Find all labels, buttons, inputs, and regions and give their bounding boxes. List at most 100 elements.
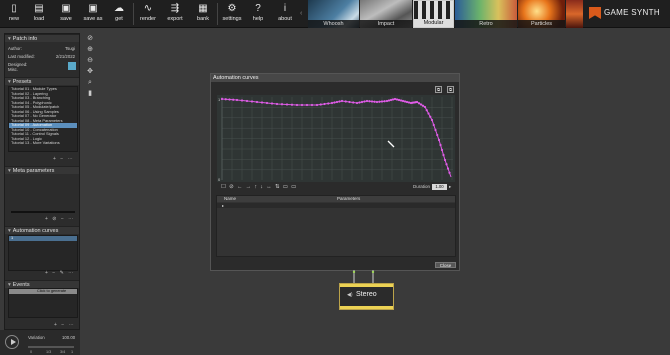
curve-point[interactable] [240, 99, 244, 102]
curve-point[interactable] [375, 100, 379, 104]
export-button[interactable]: ⇶ export [163, 2, 187, 26]
about-button[interactable]: i about [273, 2, 297, 26]
curve-point[interactable] [399, 99, 403, 102]
curve-point[interactable] [360, 100, 364, 104]
module-retro[interactable]: Retro [455, 0, 517, 28]
meta-slider[interactable] [11, 211, 75, 213]
curve-point[interactable] [425, 109, 428, 112]
curve-point[interactable] [344, 100, 347, 103]
module-impact[interactable]: Impact [360, 0, 412, 28]
waveform-icon[interactable] [68, 62, 76, 70]
duration-input[interactable]: 1.00 [432, 184, 448, 190]
curve-point[interactable] [405, 100, 409, 104]
events-header[interactable]: ▾ Events [5, 280, 79, 288]
curve-point[interactable] [445, 163, 448, 166]
close-button[interactable]: Close [435, 262, 456, 268]
curve-point[interactable] [220, 97, 224, 101]
curve-point[interactable] [395, 98, 399, 101]
curve-point[interactable] [335, 100, 339, 104]
curve-point[interactable] [378, 100, 381, 103]
curve-point[interactable] [407, 101, 411, 104]
bars-icon[interactable]: ▮ [85, 88, 95, 99]
module-next[interactable] [566, 0, 583, 28]
stereo-node[interactable]: ◀) Stereo [339, 283, 394, 310]
curve-point[interactable] [245, 99, 249, 103]
curve-point[interactable] [323, 102, 326, 106]
curve-point[interactable] [427, 112, 430, 115]
list-item-selected[interactable]: 1 [9, 236, 77, 241]
port-right-icon[interactable] [371, 270, 375, 274]
link-off-icon[interactable]: ⊘ [85, 33, 95, 44]
curve-point[interactable] [436, 133, 439, 137]
curve-point[interactable] [235, 98, 239, 102]
curve-point[interactable] [340, 99, 344, 103]
curve-point[interactable] [429, 115, 432, 118]
patch-info-header[interactable]: ▾ Patch info [5, 34, 79, 42]
center-icon[interactable]: ✥ [85, 66, 95, 77]
curve-point[interactable] [442, 153, 445, 157]
curve-point[interactable] [280, 103, 284, 106]
curve-toolbar[interactable]: ☐⊘←→↑↓↔⇅▭▭ [221, 184, 300, 190]
curve-point[interactable] [440, 148, 444, 152]
search-icon[interactable]: ⌕ [85, 77, 95, 88]
curve-point[interactable] [355, 101, 359, 105]
curve-point[interactable] [315, 103, 319, 107]
curve-point[interactable] [333, 101, 336, 104]
play-icon[interactable] [5, 335, 19, 349]
list-item[interactable]: Tutorial 13 - More Variations [9, 141, 77, 146]
curve-point[interactable] [443, 158, 447, 162]
curve-point[interactable] [275, 102, 279, 106]
curve-point[interactable] [285, 103, 289, 106]
copy-icon[interactable]: ⧉ [435, 86, 442, 93]
presets-tools[interactable]: + − ⋯ [53, 156, 74, 162]
curve-point[interactable] [423, 105, 427, 109]
meta-parameters-header[interactable]: ▾ Meta parameters [5, 166, 79, 174]
bank-button[interactable]: ▦ bank [191, 2, 215, 26]
curve-point[interactable] [228, 98, 231, 101]
curve-point[interactable] [255, 100, 259, 104]
curve-point[interactable] [448, 171, 451, 174]
row-expand-icon[interactable]: ▸ [222, 203, 224, 208]
presets-header[interactable]: ▾ Presets [5, 77, 79, 85]
curve-point[interactable] [330, 101, 334, 105]
list-item[interactable]: Click to generate [9, 289, 77, 294]
variation-slider[interactable] [28, 346, 74, 348]
module-particles[interactable]: Particles [518, 0, 565, 28]
curve-point[interactable] [380, 100, 384, 103]
curve-point[interactable] [338, 100, 341, 103]
zoom-in-icon[interactable]: ⊕ [85, 44, 95, 55]
curve-point[interactable] [352, 101, 355, 104]
curve-point[interactable] [383, 100, 386, 103]
curve-point[interactable] [415, 100, 419, 104]
zoom-out-icon[interactable]: ⊖ [85, 55, 95, 66]
curve-point[interactable] [387, 99, 391, 102]
curve-point[interactable] [290, 103, 294, 106]
curve-point[interactable] [365, 99, 369, 103]
curve-point[interactable] [358, 101, 361, 104]
curve-point[interactable] [348, 100, 351, 104]
curve-point[interactable] [434, 128, 437, 132]
curve-point[interactable] [401, 99, 405, 103]
curve-point[interactable] [224, 98, 227, 101]
curve-point[interactable] [232, 98, 235, 101]
curve-point[interactable] [368, 100, 371, 103]
curve-point[interactable] [373, 100, 376, 103]
curve-point[interactable] [270, 102, 274, 105]
curve-point[interactable] [430, 118, 434, 122]
curve-point[interactable] [300, 103, 304, 107]
scroll-left-icon[interactable]: ‹ [300, 10, 302, 17]
curve-point[interactable] [363, 100, 366, 103]
paste-icon[interactable]: ⧉ [447, 86, 454, 93]
port-left-icon[interactable] [352, 270, 356, 274]
curve-point[interactable] [419, 103, 423, 106]
spinner-icon[interactable]: ▸ [449, 184, 451, 189]
curve-point[interactable] [389, 98, 393, 102]
events-tools[interactable]: + − ⋯ [54, 322, 75, 328]
automation-curves-header[interactable]: ▾ Automation curves [5, 226, 79, 234]
meta-tools[interactable]: + ⊘ − ⋯ [45, 216, 75, 222]
curve-point[interactable] [295, 103, 299, 107]
curve-point[interactable] [417, 102, 421, 105]
curve-point[interactable] [393, 97, 397, 101]
automation-list[interactable]: 1 [8, 235, 78, 271]
module-whoosh[interactable]: Whoosh [308, 0, 359, 28]
